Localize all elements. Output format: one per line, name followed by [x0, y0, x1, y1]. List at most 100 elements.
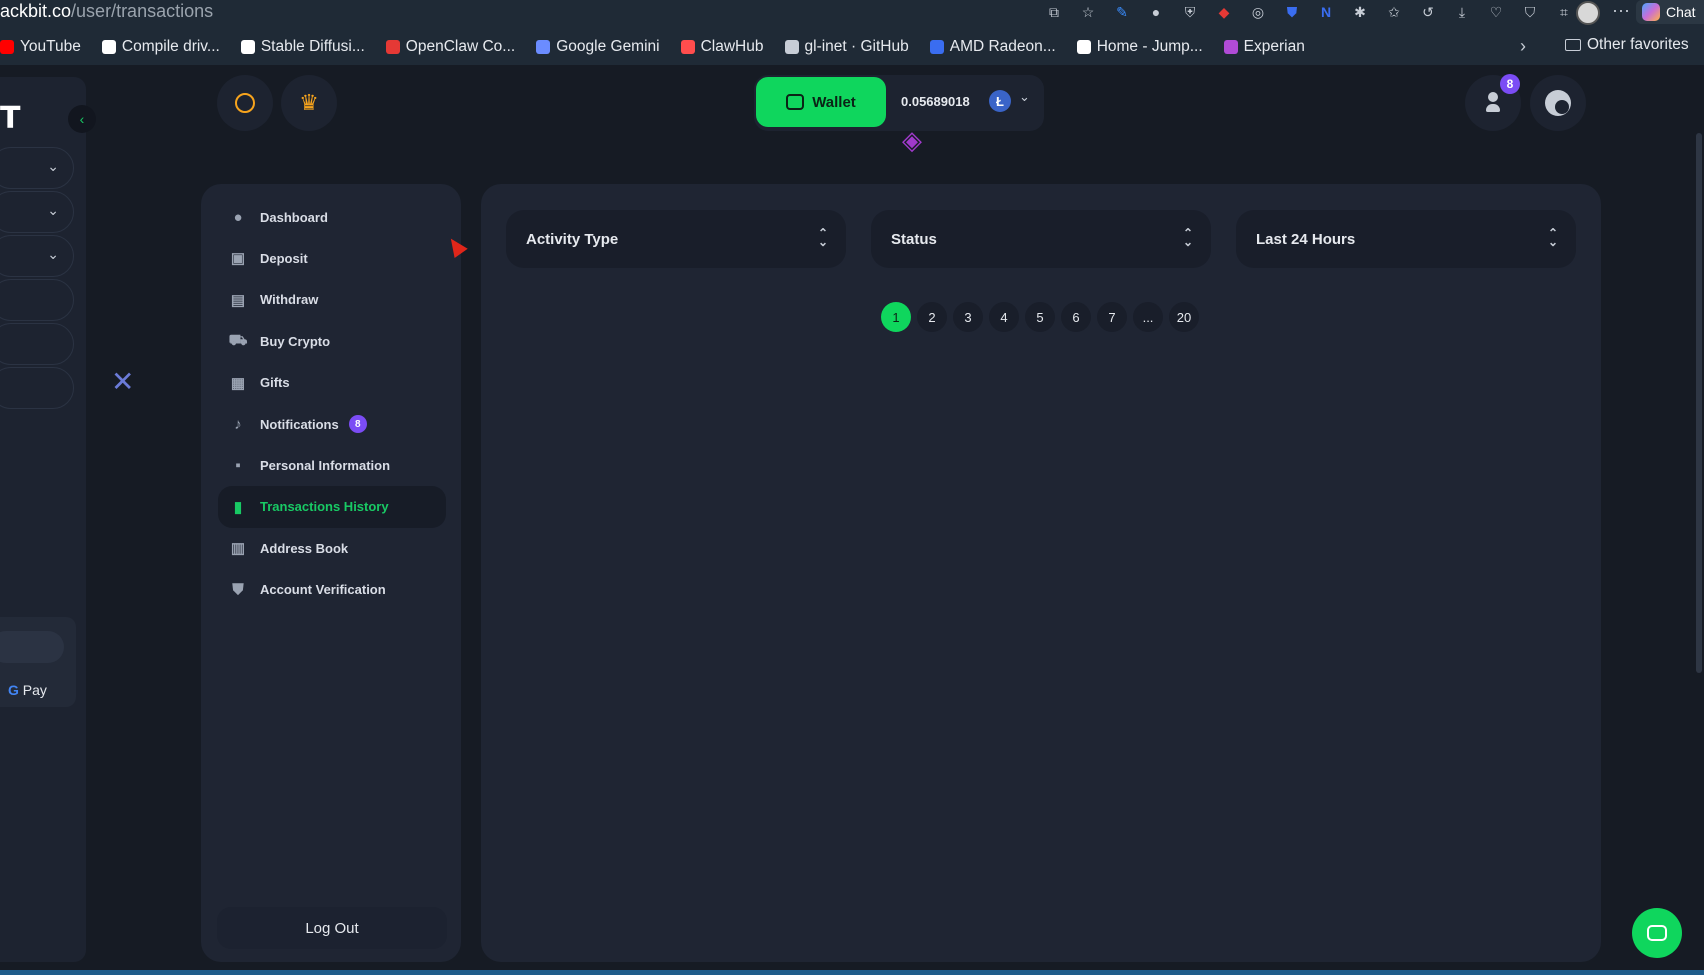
menu-item-dashboard[interactable]: ● Dashboard	[218, 196, 446, 238]
activity-type-select[interactable]: Activity Type ⌃ ⌄	[506, 210, 846, 268]
globe-icon	[1545, 90, 1571, 116]
bookmark-favicon-icon	[1076, 40, 1091, 54]
page-button[interactable]: 7	[1097, 302, 1127, 332]
wallet-label: Wallet	[812, 93, 856, 111]
sort-updown-icon: ⌃ ⌄	[817, 226, 828, 249]
bookmark-item[interactable]: AMD Radeon...	[929, 38, 1056, 56]
sort-updown-icon: ⌃ ⌄	[1182, 226, 1193, 249]
sort-updown-icon: ⌃ ⌄	[1547, 226, 1558, 249]
bitwarden-icon[interactable]: ⛊	[1282, 2, 1302, 22]
rail-item[interactable]	[0, 367, 74, 409]
notion-icon[interactable]: N	[1316, 2, 1336, 22]
payment-pill[interactable]	[0, 631, 64, 663]
bookmark-item[interactable]: Home - Jump...	[1076, 38, 1203, 56]
bookmark-item[interactable]: OpenClaw Co...	[385, 38, 515, 56]
collapse-sidebar-button[interactable]: ‹	[68, 105, 96, 133]
menu-item-transactions-history[interactable]: ▮ Transactions History	[218, 485, 446, 528]
wallet-button[interactable]: Wallet	[756, 77, 886, 127]
extension-icon[interactable]: ●	[1146, 2, 1166, 22]
menu-item-label: Withdraw	[260, 292, 319, 308]
bookmark-label: Experian	[1243, 38, 1305, 55]
ublock-icon[interactable]: ⛨	[1180, 2, 1200, 22]
bookmark-item[interactable]: Experian	[1223, 38, 1305, 56]
more-options-icon[interactable]: ···	[1612, 0, 1630, 21]
page-scrollbar[interactable]	[1696, 133, 1702, 673]
bookmark-label: ClawHub	[700, 38, 764, 55]
chevron-down-icon: ⌄	[47, 246, 59, 262]
page-button[interactable]: 2	[917, 302, 947, 332]
download-icon[interactable]: ⤓	[1452, 2, 1472, 22]
status-label: Status	[891, 230, 937, 248]
search-button[interactable]	[217, 75, 273, 131]
period-select[interactable]: Last 24 Hours ⌃ ⌄	[1236, 210, 1576, 268]
chevron-down-icon: ⌄	[47, 158, 59, 174]
heartbeat-icon[interactable]: ♡	[1486, 2, 1506, 22]
menu-item-gifts[interactable]: ▦ Gifts	[218, 362, 446, 404]
bookmark-item[interactable]: Compile driv...	[101, 38, 220, 56]
page-button[interactable]: 6	[1061, 302, 1091, 332]
rail-dropdown[interactable]: ⌄	[0, 147, 74, 189]
rail-dropdown[interactable]: ⌄	[0, 191, 74, 233]
bookmark-item[interactable]: YouTube	[0, 38, 81, 56]
extension-toolbar: ⧉ ☆ ✎ ● ⛨ ◆ ◎ ⛊ N ✱ ✩ ↺ ⤓ ♡ ⛉ ⌗	[1044, 2, 1574, 22]
language-button[interactable]	[1530, 75, 1586, 131]
bookmark-favicon-icon	[385, 40, 400, 54]
chart-icon: ▮	[233, 498, 243, 516]
menu-item-deposit[interactable]: ▣ Deposit	[218, 237, 446, 279]
logout-button[interactable]: Log Out	[217, 907, 447, 949]
page-button[interactable]: 4	[989, 302, 1019, 332]
open-in-app-icon[interactable]: ⧉	[1044, 2, 1064, 22]
site-logo[interactable]: T	[0, 101, 20, 136]
menu-item-personal-information[interactable]: ▪ Personal Information	[218, 444, 446, 486]
book-icon: ▥	[230, 540, 246, 558]
page: T ⌄ ⌄ ⌄ G Pay ‹ ✕ ◈ ♛ Wallet 0.05689018 …	[0, 65, 1704, 975]
status-select[interactable]: Status ⌃ ⌄	[871, 210, 1211, 268]
litecoin-icon[interactable]: Ł	[989, 90, 1011, 112]
extension-icon[interactable]: ◆	[1214, 2, 1234, 22]
page-button[interactable]: 5	[1025, 302, 1055, 332]
shield-icon[interactable]: ⛉	[1520, 2, 1540, 22]
rail-dropdown[interactable]: ⌄	[0, 235, 74, 277]
extension-icon[interactable]: ✎	[1112, 2, 1132, 22]
currency-chevron-down-icon[interactable]: ⌄	[1019, 89, 1030, 105]
bookmark-item[interactable]: ClawHub	[680, 38, 764, 56]
bookmark-favicon-icon	[784, 40, 799, 54]
pay-text: Pay	[22, 682, 47, 698]
other-favorites[interactable]: Other favorites	[1565, 36, 1689, 54]
puzzle-icon[interactable]: ✱	[1350, 2, 1370, 22]
screenshot-icon[interactable]: ⌗	[1554, 2, 1574, 22]
favorites-icon[interactable]: ✩	[1384, 2, 1404, 22]
bookmark-item[interactable]: gl-inet · GitHub	[784, 38, 909, 56]
live-chat-button[interactable]	[1632, 908, 1682, 958]
bookmark-item[interactable]: Stable Diffusi...	[240, 38, 365, 56]
chevron-right-icon[interactable]: ›	[1520, 36, 1526, 57]
bookmark-label: Google Gemini	[556, 38, 660, 55]
menu-item-account-verification[interactable]: ⛊ Account Verification	[218, 569, 446, 611]
google-g-icon: G	[8, 682, 19, 698]
url-host: ackbit.co	[0, 1, 72, 21]
bookmark-favicon-icon	[680, 40, 695, 54]
deposit-icon: ▣	[230, 250, 246, 268]
menu-item-label: Personal Information	[260, 457, 391, 473]
rail-item[interactable]	[0, 323, 74, 365]
menu-item-notifications[interactable]: ♪ Notifications 8	[218, 403, 446, 445]
page-button[interactable]: 3	[953, 302, 983, 332]
page-button[interactable]: 20	[1169, 302, 1199, 332]
rail-item[interactable]	[0, 279, 74, 321]
bookmark-item[interactable]: Google Gemini	[536, 38, 660, 56]
search-icon	[235, 93, 255, 113]
copilot-chat-button[interactable]: Chat	[1636, 0, 1704, 24]
star-icon[interactable]: ☆	[1078, 2, 1098, 22]
menu-item-label: Transactions History	[260, 499, 389, 515]
url-text[interactable]: ackbit.co/user/transactions	[0, 1, 213, 22]
menu-item-label: Notifications	[260, 416, 339, 432]
profile-avatar[interactable]	[1576, 1, 1600, 25]
menu-item-buy-crypto[interactable]: ⛟ Buy Crypto	[218, 320, 446, 362]
page-button[interactable]: 1	[881, 302, 911, 332]
extension-icon[interactable]: ◎	[1248, 2, 1268, 22]
address-bar[interactable]: ackbit.co/user/transactions ⧉ ☆ ✎ ● ⛨ ◆ …	[0, 0, 1704, 25]
menu-item-address-book[interactable]: ▥ Address Book	[218, 527, 446, 569]
history-icon[interactable]: ↺	[1418, 2, 1438, 22]
vip-button[interactable]: ♛	[281, 75, 337, 131]
menu-item-withdraw[interactable]: ▤ Withdraw	[218, 279, 446, 321]
